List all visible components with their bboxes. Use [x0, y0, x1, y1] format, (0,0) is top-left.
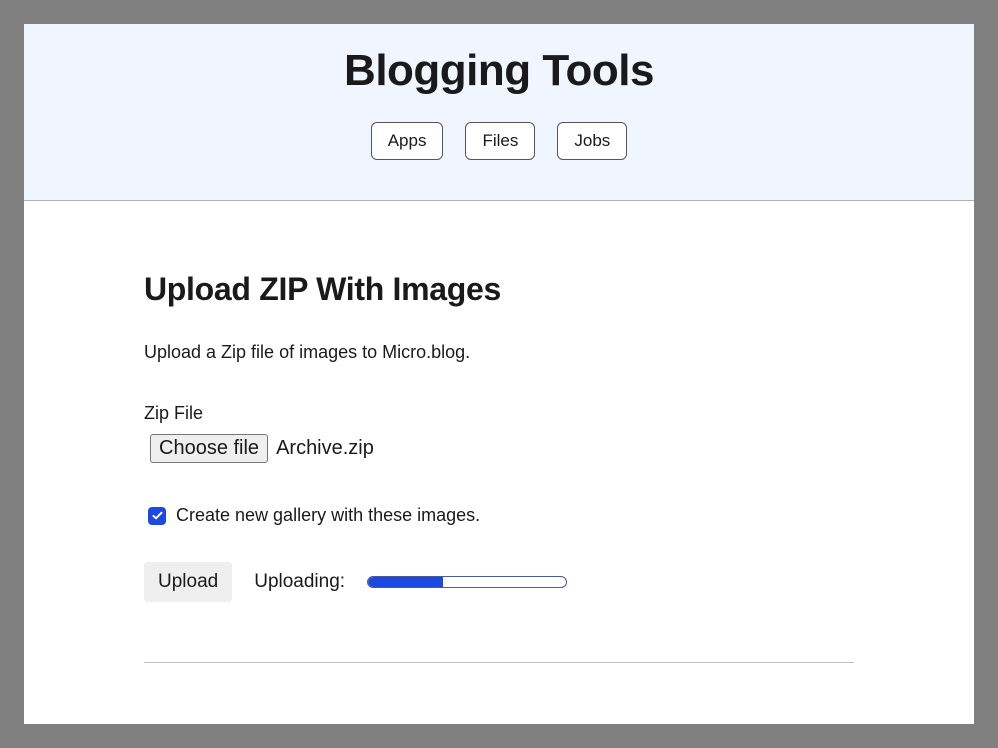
- selected-filename: Archive.zip: [276, 437, 374, 460]
- nav-apps-button[interactable]: Apps: [371, 122, 444, 160]
- app-window: Blogging Tools Apps Files Jobs Upload ZI…: [24, 24, 974, 724]
- upload-progress-fill: [368, 577, 443, 587]
- gallery-checkbox-row: Create new gallery with these images.: [144, 505, 854, 526]
- file-input-row: Choose file Archive.zip: [144, 434, 854, 463]
- file-field-label: Zip File: [144, 403, 854, 424]
- upload-progress-bar: [367, 576, 567, 588]
- main-content: Upload ZIP With Images Upload a Zip file…: [24, 201, 974, 703]
- nav-jobs-button[interactable]: Jobs: [557, 122, 627, 160]
- choose-file-button[interactable]: Choose file: [150, 434, 268, 463]
- app-title: Blogging Tools: [24, 46, 974, 96]
- page-description: Upload a Zip file of images to Micro.blo…: [144, 342, 854, 363]
- divider: [144, 662, 854, 663]
- nav-files-button[interactable]: Files: [465, 122, 535, 160]
- check-icon: [151, 509, 164, 522]
- upload-button[interactable]: Upload: [144, 562, 232, 602]
- nav: Apps Files Jobs: [24, 122, 974, 160]
- page-heading: Upload ZIP With Images: [144, 271, 854, 308]
- header: Blogging Tools Apps Files Jobs: [24, 24, 974, 201]
- gallery-checkbox-label: Create new gallery with these images.: [176, 505, 480, 526]
- gallery-checkbox[interactable]: [148, 507, 166, 525]
- upload-status-label: Uploading:: [254, 571, 345, 593]
- upload-action-row: Upload Uploading:: [144, 562, 854, 602]
